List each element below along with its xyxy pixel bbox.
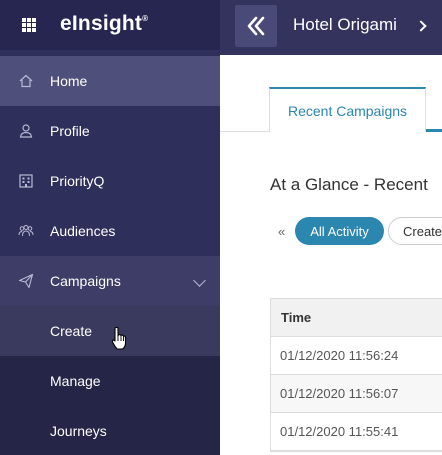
brand-mark: ® bbox=[142, 14, 149, 23]
sidebar-subitem-create[interactable]: Create bbox=[0, 306, 220, 356]
table-row[interactable]: 01/12/2020 11:56:24 bbox=[271, 337, 442, 375]
sidebar-item-audiences[interactable]: Audiences bbox=[0, 206, 220, 256]
sidebar-subitem-label: Journeys bbox=[50, 423, 107, 439]
hand-pointer-cursor-icon bbox=[111, 326, 127, 350]
building-icon bbox=[19, 174, 33, 188]
table-row[interactable]: 01/12/2020 11:56:07 bbox=[271, 375, 442, 413]
sidebar-item-label: Profile bbox=[50, 123, 90, 139]
sidebar-item-priorityq[interactable]: PriorityQ bbox=[0, 156, 220, 206]
user-icon bbox=[19, 124, 33, 138]
collapse-sidebar-button[interactable] bbox=[235, 5, 277, 47]
filter-all-activity[interactable]: All Activity bbox=[295, 217, 384, 245]
section-title: At a Glance - Recent bbox=[270, 175, 428, 194]
paper-plane-icon bbox=[18, 273, 34, 289]
sidebar-item-label: Campaigns bbox=[50, 273, 121, 289]
tab-underline-accent bbox=[426, 129, 442, 132]
sidebar-item-label: Home bbox=[50, 73, 88, 89]
sidebar: eInsight® Home Profile PriorityQ Audienc… bbox=[0, 0, 220, 455]
brand-logo: eInsight® bbox=[60, 12, 148, 36]
sidebar-item-label: PriorityQ bbox=[50, 173, 105, 189]
chevron-down-icon[interactable] bbox=[193, 274, 206, 287]
brand-bar: eInsight® bbox=[0, 0, 220, 50]
sidebar-item-profile[interactable]: Profile bbox=[0, 106, 220, 156]
filter-create[interactable]: Create bbox=[388, 217, 442, 245]
chevron-right-icon[interactable] bbox=[415, 20, 427, 32]
sidebar-item-label: Audiences bbox=[50, 223, 116, 239]
people-icon bbox=[18, 225, 34, 237]
apps-grid-icon[interactable] bbox=[22, 18, 36, 32]
sidebar-item-campaigns[interactable]: Campaigns bbox=[0, 256, 220, 306]
sidebar-item-home[interactable]: Home bbox=[0, 56, 220, 106]
double-chevron-left-icon bbox=[247, 16, 265, 36]
brand-name: eInsight bbox=[60, 12, 143, 35]
sidebar-subitem-manage[interactable]: Manage bbox=[0, 356, 220, 406]
sidebar-subitem-label: Manage bbox=[50, 373, 101, 389]
top-bar: Hotel Origami bbox=[220, 0, 442, 55]
filter-prev-arrow[interactable]: « bbox=[278, 224, 285, 239]
sidebar-subitem-label: Create bbox=[50, 323, 93, 339]
sidebar-nav: Home Profile PriorityQ Audiences Campaig… bbox=[0, 56, 220, 455]
tab-recent-campaigns[interactable]: Recent Campaigns bbox=[269, 87, 426, 132]
table-row[interactable]: 01/12/2020 11:55:41 bbox=[271, 413, 442, 451]
home-icon bbox=[19, 74, 33, 88]
table-header-time[interactable]: Time bbox=[271, 299, 442, 337]
hotel-name[interactable]: Hotel Origami bbox=[293, 15, 397, 35]
sidebar-subitem-journeys[interactable]: Journeys bbox=[0, 406, 220, 455]
main-content: Recent Campaigns At a Glance - Recent « … bbox=[220, 55, 442, 455]
activity-table: Time 01/12/2020 11:56:24 01/12/2020 11:5… bbox=[270, 298, 442, 452]
